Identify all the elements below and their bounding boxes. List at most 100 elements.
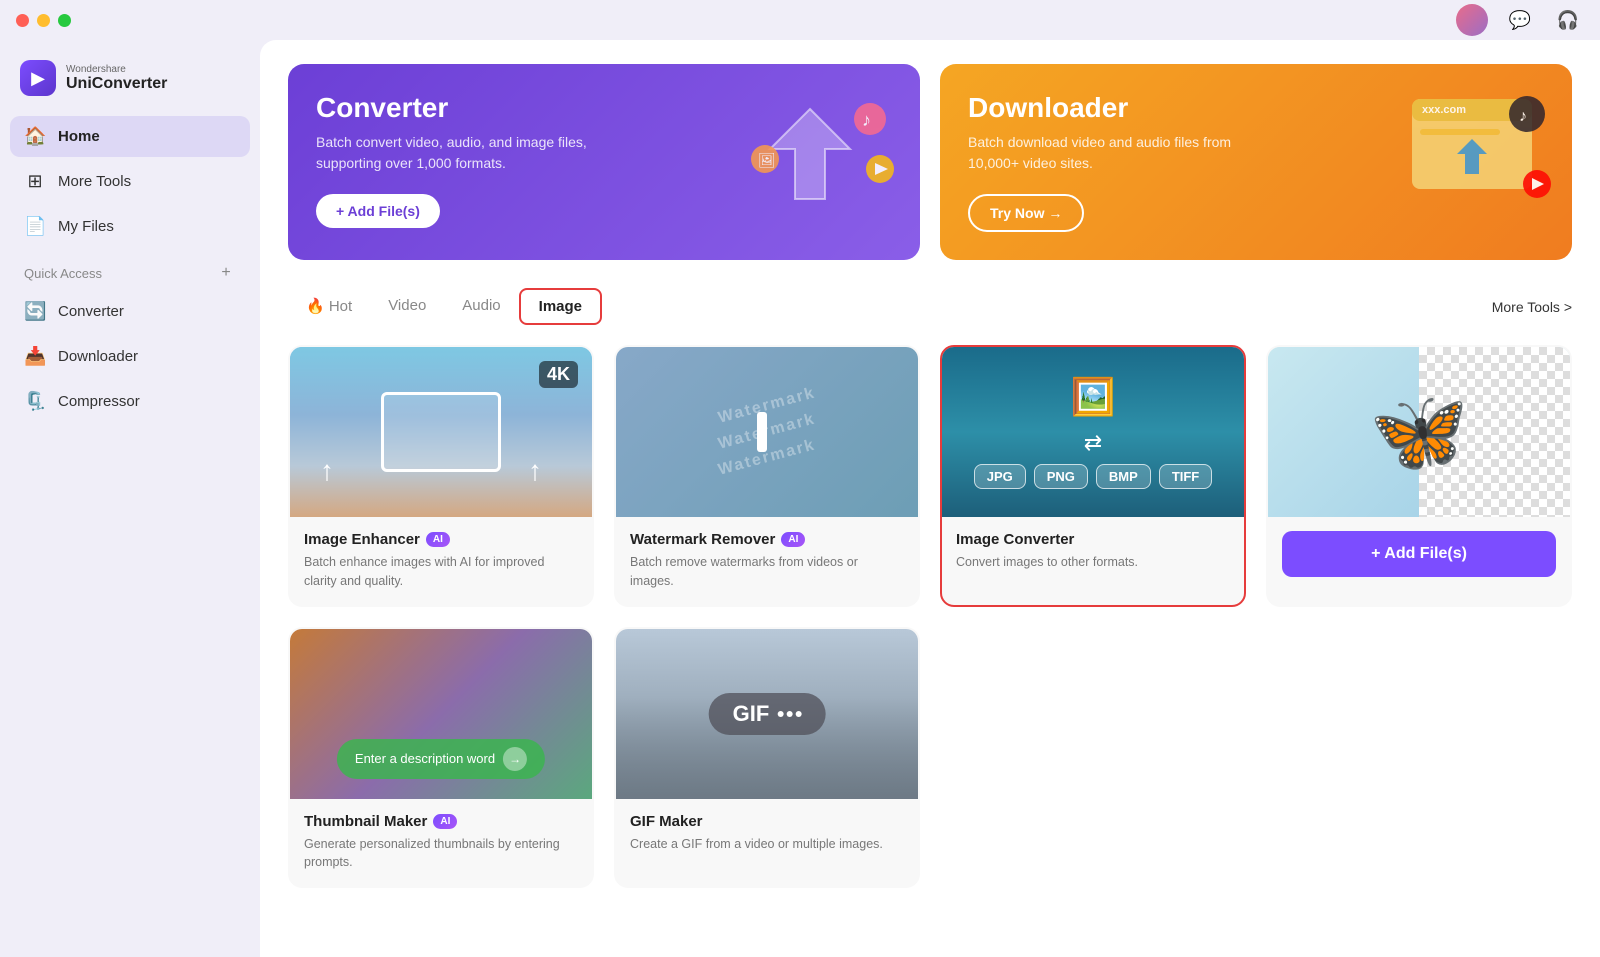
more-tools-icon: ⊞ — [24, 171, 46, 192]
format-tiff: TIFF — [1159, 464, 1212, 489]
compressor-icon: 🗜️ — [24, 391, 46, 412]
thumbnail-maker-title: Thumbnail Maker AI — [304, 813, 578, 830]
inner-frame — [381, 392, 501, 472]
traffic-lights — [16, 14, 71, 27]
bg-remover-thumbnail: 🦋 — [1268, 347, 1570, 517]
tab-hot[interactable]: 🔥 Hot — [288, 289, 370, 325]
sidebar-item-my-files[interactable]: 📄 My Files — [10, 206, 250, 247]
maximize-button[interactable] — [58, 14, 71, 27]
tab-image[interactable]: Image — [519, 288, 602, 325]
gif-maker-title: GIF Maker — [630, 813, 904, 830]
close-button[interactable] — [16, 14, 29, 27]
sidebar-item-more-tools[interactable]: ⊞ More Tools — [10, 161, 250, 202]
pac-dot-2 — [786, 711, 792, 717]
watermark-remover-desc: Batch remove watermarks from videos or i… — [630, 553, 904, 591]
add-files-button[interactable]: + Add File(s) — [1282, 531, 1556, 577]
image-icon: 🖼️ — [1071, 376, 1116, 418]
converter-banner-illustration: ♪ 🖼 — [740, 89, 900, 235]
image-enhancer-info: Image Enhancer AI Batch enhance images w… — [290, 517, 592, 605]
sidebar-item-my-files-label: My Files — [58, 218, 114, 235]
tabs-list: 🔥 Hot Video Audio Image — [288, 288, 602, 325]
arrow-up-left-icon: ↑ — [320, 455, 334, 487]
converter-banner[interactable]: Converter Batch convert video, audio, an… — [288, 64, 920, 260]
tools-grid: 4K ↑ ↑ Image Enhancer AI Batch enhance i… — [288, 345, 1572, 888]
sidebar-item-compressor-label: Compressor — [58, 393, 140, 410]
sidebar-item-converter[interactable]: 🔄 Converter — [10, 291, 250, 332]
watermark-remover-thumbnail: Watermark Watermark Watermark — [616, 347, 918, 517]
ai-badge-watermark: AI — [781, 532, 805, 547]
svg-text:🖼: 🖼 — [758, 152, 776, 168]
gif-label: GIF — [733, 701, 770, 727]
sidebar-item-home-label: Home — [58, 128, 100, 145]
logo-icon: ▶ — [20, 60, 56, 96]
logo-text: Wondershare UniConverter — [66, 64, 167, 93]
format-bmp: BMP — [1096, 464, 1151, 489]
pac-dots — [777, 711, 801, 717]
sidebar: ▶ Wondershare UniConverter 🏠 Home ⊞ More… — [0, 40, 260, 957]
ai-badge-thumbnail: AI — [433, 814, 457, 829]
tab-audio[interactable]: Audio — [444, 289, 518, 324]
sidebar-item-compressor[interactable]: 🗜️ Compressor — [10, 381, 250, 422]
tool-card-gif-maker[interactable]: GIF GIF Maker Create a GIF from a video … — [614, 627, 920, 889]
format-jpg: JPG — [974, 464, 1026, 489]
quick-access-add-button[interactable]: + — [216, 263, 236, 283]
downloader-banner-desc: Batch download video and audio files fro… — [968, 132, 1248, 174]
sidebar-item-converter-label: Converter — [58, 303, 124, 320]
thumbnail-maker-info: Thumbnail Maker AI Generate personalized… — [290, 799, 592, 887]
app-layout: ▶ Wondershare UniConverter 🏠 Home ⊞ More… — [0, 40, 1600, 957]
image-converter-thumbnail: 🖼️ ⇄ JPG PNG BMP TIFF — [942, 347, 1244, 517]
converter-banner-desc: Batch convert video, audio, and image fi… — [316, 132, 596, 174]
banners: Converter Batch convert video, audio, an… — [288, 64, 1572, 260]
desc-arrow-icon: → — [503, 747, 527, 771]
butterfly-visual: 🦋 — [1369, 385, 1469, 479]
tool-card-image-converter[interactable]: 🖼️ ⇄ JPG PNG BMP TIFF Image Converter — [940, 345, 1246, 607]
watermark-handle — [757, 412, 767, 452]
ai-badge: AI — [426, 532, 450, 547]
chat-button[interactable]: 💬 — [1504, 4, 1536, 36]
tool-card-thumbnail-maker[interactable]: Enter a description word → Thumbnail Mak… — [288, 627, 594, 889]
watermark-remover-info: Watermark Remover AI Batch remove waterm… — [616, 517, 918, 605]
desc-input-overlay: Enter a description word → — [337, 739, 545, 779]
quick-access-label: Quick Access — [24, 266, 102, 281]
arrow-up-right-icon: ↑ — [528, 455, 542, 487]
gif-maker-thumbnail: GIF — [616, 629, 918, 799]
image-converter-desc: Convert images to other formats. — [956, 553, 1230, 572]
sidebar-item-home[interactable]: 🏠 Home — [10, 116, 250, 157]
pac-dot-3 — [795, 711, 801, 717]
headset-button[interactable]: 🎧 — [1552, 4, 1584, 36]
minimize-button[interactable] — [37, 14, 50, 27]
format-badges: JPG PNG BMP TIFF — [974, 464, 1213, 489]
main-content: Converter Batch convert video, audio, an… — [260, 40, 1600, 957]
watermark-overlay: Watermark Watermark Watermark — [616, 347, 918, 517]
tab-video[interactable]: Video — [370, 289, 444, 324]
pac-dot-1 — [777, 711, 783, 717]
image-enhancer-title: Image Enhancer AI — [304, 531, 578, 548]
tabs-row: 🔥 Hot Video Audio Image More Tools > — [288, 288, 1572, 325]
downloader-banner[interactable]: Downloader Batch download video and audi… — [940, 64, 1572, 260]
converter-arrows-icon: ⇄ — [1084, 430, 1102, 456]
sidebar-item-downloader-label: Downloader — [58, 348, 138, 365]
downloader-banner-illustration: xxx.com ♪ — [1392, 89, 1552, 235]
tool-card-image-enhancer[interactable]: 4K ↑ ↑ Image Enhancer AI Batch enhance i… — [288, 345, 594, 607]
sidebar-item-downloader[interactable]: 📥 Downloader — [10, 336, 250, 377]
svg-text:xxx.com: xxx.com — [1422, 104, 1466, 116]
tool-card-bg-remover[interactable]: 🦋 + Add File(s) — [1266, 345, 1572, 607]
brand-top: Wondershare — [66, 64, 167, 75]
image-enhancer-thumbnail: 4K ↑ ↑ — [290, 347, 592, 517]
brand-bottom: UniConverter — [66, 75, 167, 93]
svg-text:♪: ♪ — [862, 110, 871, 130]
downloader-icon: 📥 — [24, 346, 46, 367]
thumbnail-maker-desc: Generate personalized thumbnails by ente… — [304, 835, 578, 873]
downloader-try-now-button[interactable]: Try Now → — [968, 194, 1084, 232]
avatar[interactable] — [1456, 4, 1488, 36]
image-converter-info: Image Converter Convert images to other … — [942, 517, 1244, 586]
home-icon: 🏠 — [24, 126, 46, 147]
converter-add-files-button[interactable]: + Add File(s) — [316, 194, 440, 228]
my-files-icon: 📄 — [24, 216, 46, 237]
more-tools-link[interactable]: More Tools > — [1492, 299, 1572, 315]
tool-card-watermark-remover[interactable]: Watermark Watermark Watermark Watermark … — [614, 345, 920, 607]
gif-maker-info: GIF Maker Create a GIF from a video or m… — [616, 799, 918, 868]
watermark-remover-title: Watermark Remover AI — [630, 531, 904, 548]
image-converter-title: Image Converter — [956, 531, 1230, 548]
gif-maker-desc: Create a GIF from a video or multiple im… — [630, 835, 904, 854]
